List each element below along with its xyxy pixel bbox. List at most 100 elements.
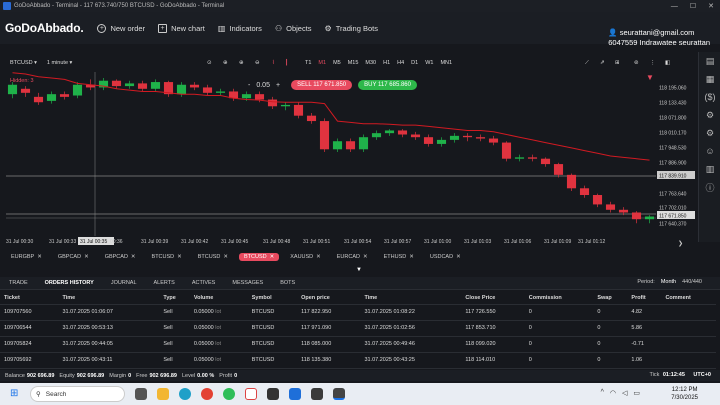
- panel-tab-bots[interactable]: BOTS: [280, 280, 295, 286]
- timeframe-t1[interactable]: T1: [305, 60, 311, 66]
- column-header[interactable]: Symbol: [247, 292, 298, 305]
- help-icon[interactable]: ⓘ: [699, 178, 720, 196]
- app-icon-3[interactable]: [311, 388, 323, 400]
- close-tab-icon[interactable]: ✕: [270, 254, 275, 260]
- symbol-tab[interactable]: GBPCAD ✕: [100, 253, 141, 261]
- chrome-icon[interactable]: [201, 388, 213, 400]
- more-icon[interactable]: ⋮: [650, 60, 656, 66]
- taskbar-clock[interactable]: 12:12 PM 7/30/2025: [671, 386, 698, 402]
- column-header[interactable]: Open price: [297, 292, 361, 305]
- edge-icon[interactable]: [179, 388, 191, 400]
- minimize-button[interactable]: —: [671, 3, 678, 10]
- table-row[interactable]: 109706544 31.07.2025 00:53:13 Sell 0.05000 …: [0, 320, 716, 337]
- symbol-tab[interactable]: XAUUSD ✕: [285, 253, 326, 261]
- arrow-icon[interactable]: ⇗: [600, 60, 605, 66]
- currency-icon[interactable]: ($): [699, 88, 720, 106]
- column-header[interactable]: Volume: [189, 292, 248, 305]
- panel-tab-trade[interactable]: TRADE: [9, 280, 28, 286]
- period-value[interactable]: Month: [661, 279, 676, 285]
- market-watch-icon[interactable]: ▤: [699, 52, 720, 70]
- column-header[interactable]: Time: [58, 292, 160, 305]
- indicators-button[interactable]: ▥ Indicators: [218, 24, 262, 33]
- symbol-tab[interactable]: BTCUSD ✕: [193, 253, 233, 261]
- settings-gear-icon[interactable]: ⚙: [699, 124, 720, 142]
- collapse-icon[interactable]: ◧: [665, 60, 670, 66]
- symbol-tab[interactable]: EURCAD ✕: [332, 253, 373, 261]
- close-tab-icon[interactable]: ✕: [131, 254, 136, 260]
- line-chart-icon[interactable]: ⌇: [272, 60, 275, 66]
- column-header[interactable]: Close Price: [461, 292, 525, 305]
- timeframe-w1[interactable]: W1: [425, 60, 433, 66]
- timeframe-m15[interactable]: M15: [348, 60, 359, 66]
- price-chart[interactable]: 118 195.060 118 133.430 118 071.800 118 010…: [6, 72, 695, 250]
- panel-tab-journal[interactable]: JOURNAL: [111, 280, 137, 286]
- start-icon[interactable]: ⊞: [10, 388, 18, 399]
- panel-tab-messages[interactable]: MESSAGES: [232, 280, 263, 286]
- timeframe-h1[interactable]: H1: [383, 60, 390, 66]
- period-selector[interactable]: Period: Month 440/440: [637, 279, 702, 285]
- panel-tab-actives[interactable]: ACTIVES: [192, 280, 216, 286]
- objects-button[interactable]: ⚇ Objects: [275, 24, 312, 33]
- close-button[interactable]: ✕: [708, 2, 714, 10]
- symbol-tab[interactable]: BTCUSD ✕: [147, 253, 187, 261]
- new-order-button[interactable]: + New order: [97, 23, 145, 33]
- symbol-tab[interactable]: GBPCAD ✕: [53, 253, 94, 261]
- close-tab-icon[interactable]: ✕: [409, 254, 414, 260]
- table-row[interactable]: 109705692 31.07.2025 00:43:11 Sell 0.05000 …: [0, 352, 716, 369]
- zoom-out-icon[interactable]: ⊖: [255, 60, 260, 66]
- close-tab-icon[interactable]: ✕: [456, 254, 461, 260]
- close-tab-icon[interactable]: ✕: [223, 254, 228, 260]
- timeframe-d1[interactable]: D1: [411, 60, 418, 66]
- table-row[interactable]: 109707560 31.07.2025 01:06:07 Sell 0.05000 …: [0, 304, 716, 321]
- column-header[interactable]: Swap: [593, 292, 628, 305]
- close-tab-icon[interactable]: ✕: [316, 254, 321, 260]
- close-tab-icon[interactable]: ✕: [37, 254, 42, 260]
- whatsapp-icon[interactable]: [223, 388, 235, 400]
- taskbar-search[interactable]: ⚲ Search: [30, 386, 125, 402]
- timeframe-h4[interactable]: H4: [397, 60, 404, 66]
- trendline-icon[interactable]: ⟋: [585, 60, 589, 67]
- volume-icon[interactable]: ◁: [622, 389, 627, 397]
- explorer-icon[interactable]: [157, 388, 169, 400]
- profile-icon[interactable]: ☺: [699, 142, 720, 160]
- timeframe-select[interactable]: 1 minute ▾: [47, 60, 72, 66]
- timeframe-m30[interactable]: M30: [365, 60, 376, 66]
- crosshair-icon[interactable]: ⊕: [223, 60, 228, 66]
- panel-tab-orders-history[interactable]: ORDERS HISTORY: [45, 280, 94, 286]
- column-header[interactable]: Commission: [524, 292, 594, 305]
- gmail-icon[interactable]: [245, 388, 257, 400]
- column-header[interactable]: Ticket: [0, 292, 59, 305]
- task-view-icon[interactable]: [135, 388, 147, 400]
- trading-bots-button[interactable]: ⚙ Trading Bots: [325, 24, 378, 33]
- maximize-button[interactable]: ☐: [690, 2, 696, 10]
- symbol-tab[interactable]: ETHUSD ✕: [379, 253, 419, 261]
- screenshot-icon[interactable]: ⊚: [634, 60, 639, 66]
- table-row[interactable]: 109705824 31.07.2025 00:44:05 Sell 0.05000 …: [0, 336, 716, 353]
- column-header[interactable]: Comment: [661, 292, 716, 305]
- calendar-icon[interactable]: ▦: [699, 70, 720, 88]
- column-header[interactable]: Time: [360, 292, 462, 305]
- timeframe-m5[interactable]: M5: [333, 60, 341, 66]
- timeframe-m1[interactable]: M1: [318, 60, 326, 66]
- symbol-tab[interactable]: EURGBP ✕: [6, 253, 47, 261]
- symbol-tab[interactable]: BTCUSD ✕: [239, 253, 280, 261]
- app-icon-1[interactable]: [267, 388, 279, 400]
- grid-icon[interactable]: ⊞: [615, 60, 620, 66]
- terminal-app-icon[interactable]: [333, 388, 345, 400]
- battery-icon[interactable]: ▭: [633, 389, 640, 397]
- settings-icon[interactable]: ⊙: [207, 60, 212, 66]
- bots-icon[interactable]: ⚙: [699, 106, 720, 124]
- column-header[interactable]: Profit: [627, 292, 662, 305]
- close-tab-icon[interactable]: ✕: [177, 254, 182, 260]
- app-icon-2[interactable]: [289, 388, 301, 400]
- calculator-icon[interactable]: ▥: [699, 160, 720, 178]
- new-chart-button[interactable]: + New chart: [158, 23, 205, 33]
- panel-tab-alerts[interactable]: ALERTS: [154, 280, 175, 286]
- timeframe-mn1[interactable]: MN1: [440, 60, 452, 66]
- bar-chart-icon[interactable]: ┃: [285, 60, 288, 66]
- symbol-select[interactable]: BTCUSD ▾: [10, 60, 37, 66]
- wifi-icon[interactable]: ◠: [610, 389, 616, 397]
- close-tab-icon[interactable]: ✕: [84, 254, 89, 260]
- zoom-in-icon[interactable]: ⊕: [239, 60, 244, 66]
- column-header[interactable]: Type: [159, 292, 190, 305]
